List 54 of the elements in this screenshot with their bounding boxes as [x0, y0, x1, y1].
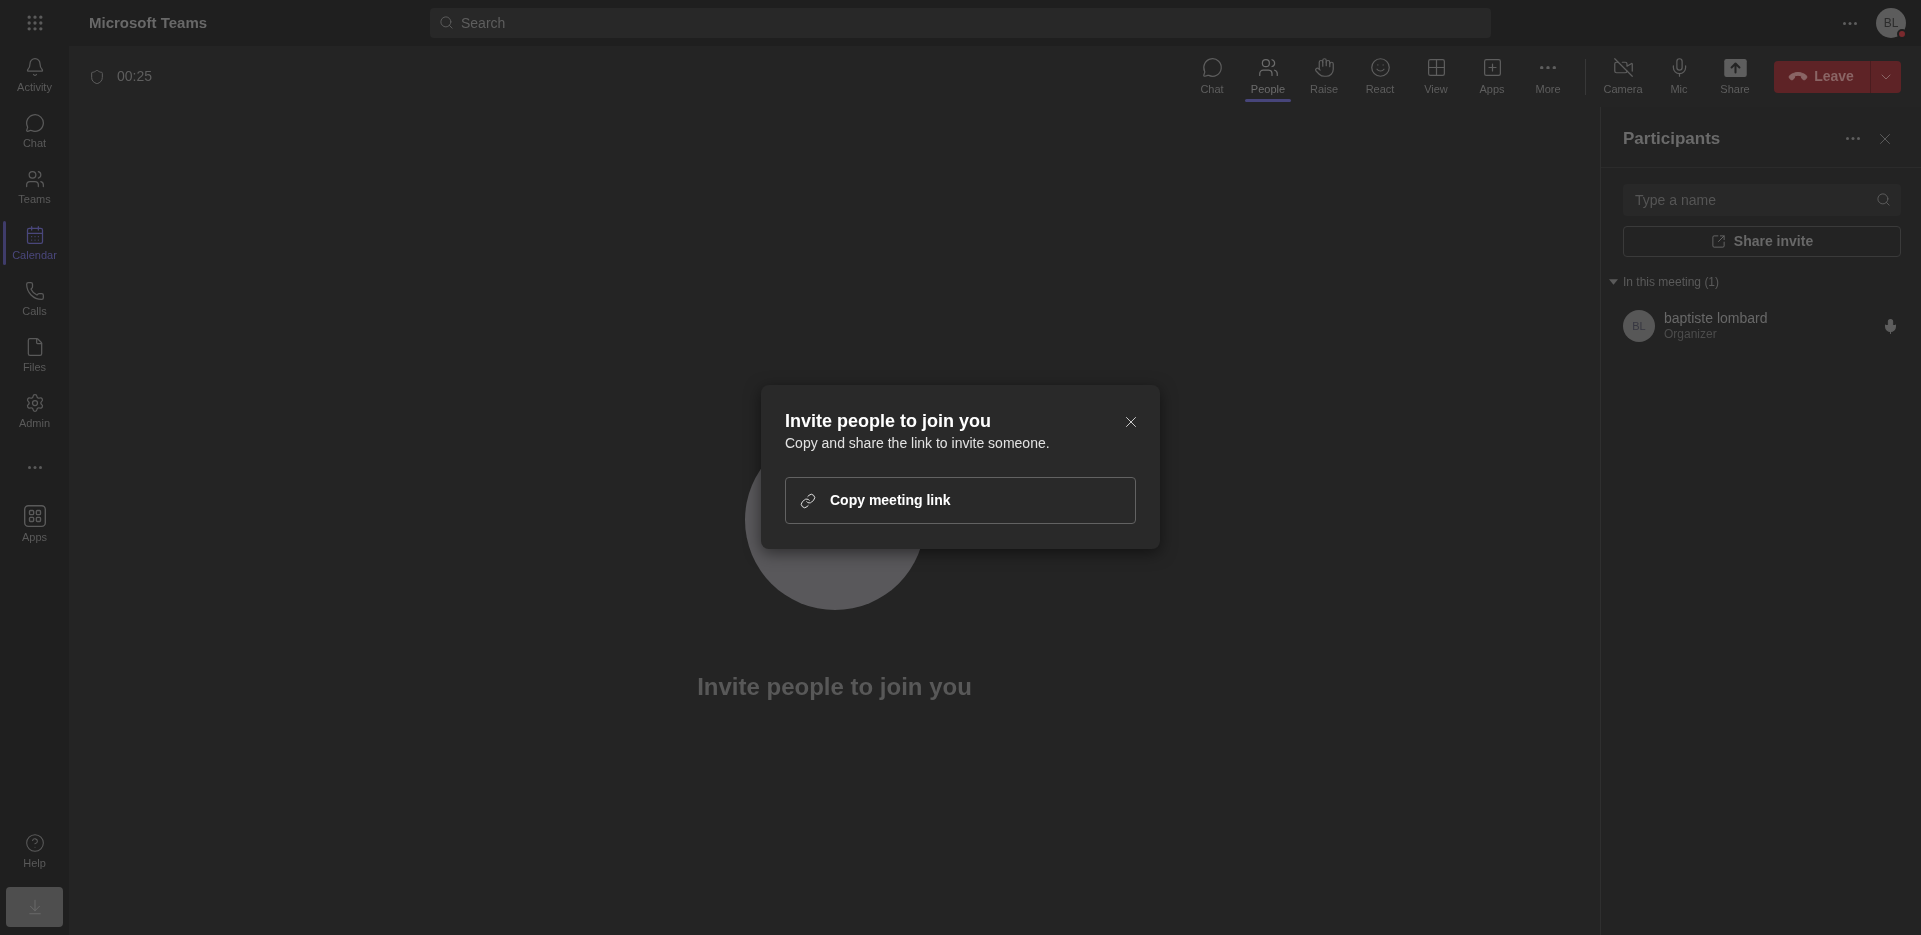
more-icon	[1846, 137, 1860, 140]
hand-icon	[1313, 57, 1335, 78]
people-icon	[24, 169, 45, 189]
rail-item[interactable]: Apps	[0, 495, 69, 551]
toolbar-button[interactable]: Share	[1707, 46, 1763, 107]
toolbar-button[interactable]: More	[1520, 46, 1576, 107]
more-icon	[1540, 65, 1556, 70]
toolbar-button[interactable]: View	[1408, 46, 1464, 107]
copy-link-button[interactable]: Copy meeting link	[785, 477, 1136, 524]
more-icon[interactable]	[1843, 21, 1857, 25]
shield-icon[interactable]	[89, 68, 105, 85]
search-icon	[1876, 192, 1891, 207]
rail-item[interactable]: Files	[0, 327, 69, 383]
leave-options-button[interactable]	[1870, 60, 1901, 93]
share-screen-icon	[1723, 58, 1747, 77]
meeting-timer: 00:25	[117, 67, 153, 86]
panel-title: Participants	[1623, 127, 1722, 150]
help-button[interactable]: Help	[0, 823, 69, 879]
active-indicator	[3, 221, 6, 265]
bell-icon	[24, 57, 45, 77]
more-icon[interactable]	[27, 465, 42, 469]
rail-item[interactable]: Activity	[0, 47, 69, 103]
calendar-icon	[24, 225, 45, 245]
apps-icon	[23, 505, 46, 527]
rail-item[interactable]: Chat	[0, 103, 69, 159]
toolbar-button[interactable]: Chat	[1184, 46, 1240, 107]
toolbar-button[interactable]: Apps	[1464, 46, 1520, 107]
leave-button[interactable]: Leave	[1774, 60, 1870, 93]
phone-icon	[24, 281, 45, 301]
toolbar-button[interactable]: Raise	[1296, 46, 1352, 107]
app-title: Microsoft Teams	[89, 14, 208, 31]
rail-item[interactable]: Calls	[0, 271, 69, 327]
active-indicator	[1245, 99, 1291, 102]
smiley-icon	[1369, 57, 1391, 78]
toolbar-button[interactable]: People	[1240, 46, 1296, 107]
people-icon	[1257, 57, 1279, 78]
toolbar-button[interactable]: React	[1352, 46, 1408, 107]
search-icon	[439, 15, 454, 30]
chat-icon	[1201, 57, 1223, 78]
link-icon	[800, 492, 816, 509]
share-arrow-icon	[1710, 234, 1726, 249]
rail-item[interactable]: Teams	[0, 159, 69, 215]
gear-icon	[24, 393, 45, 413]
grid-icon	[1425, 57, 1447, 78]
plus-square-icon	[1481, 57, 1503, 78]
share-invite-button[interactable]: Share invite	[1623, 226, 1901, 257]
chat-icon	[24, 113, 45, 133]
rail-item[interactable]: Calendar	[0, 215, 69, 271]
rail-item[interactable]: Admin	[0, 383, 69, 439]
toolbar-button[interactable]: Camera	[1595, 46, 1651, 107]
dialog-title: Invite people to join you	[785, 410, 992, 433]
help-icon	[24, 833, 45, 853]
participant-name: baptiste lombard	[1664, 310, 1769, 327]
dialog-subtitle: Copy and share the link to invite someone.	[785, 434, 1050, 453]
